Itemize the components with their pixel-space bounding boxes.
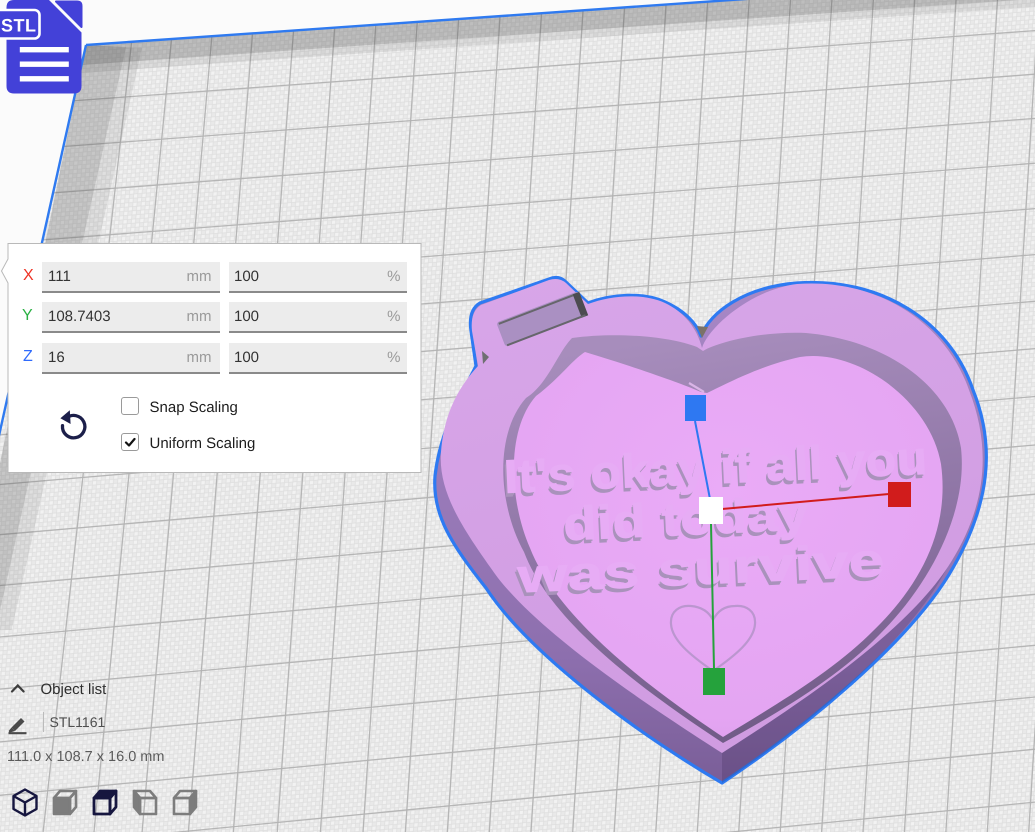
svg-text:STL: STL [1,16,37,36]
